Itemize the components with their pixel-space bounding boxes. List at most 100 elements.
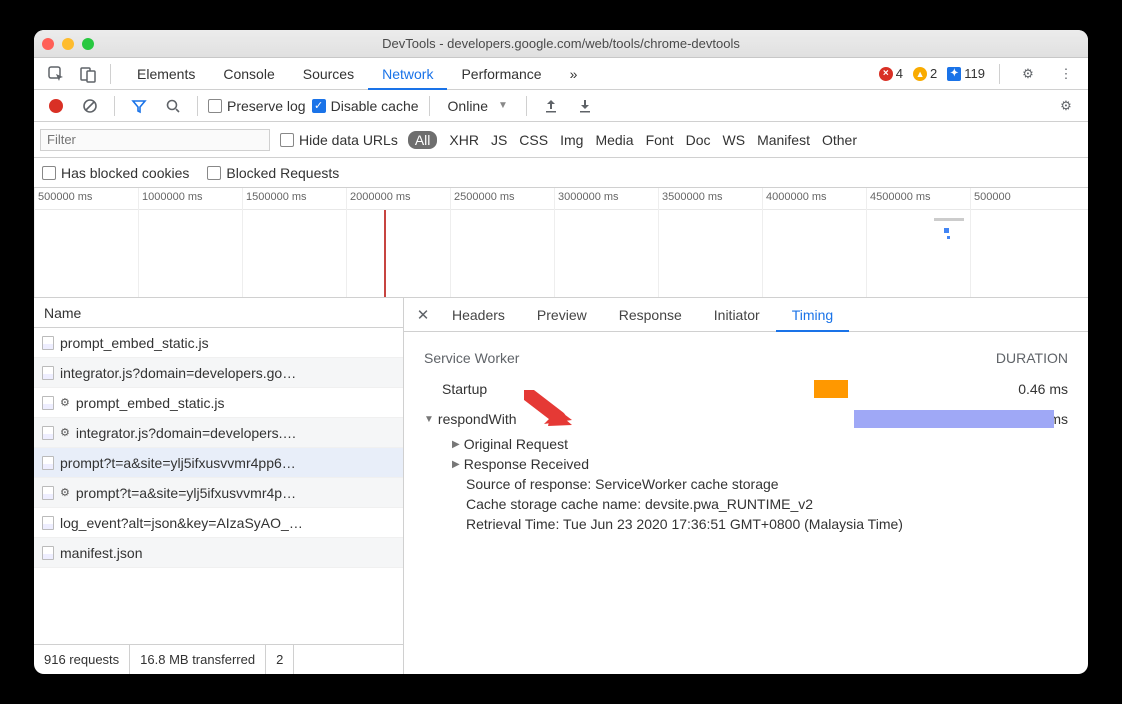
request-name: prompt_embed_static.js xyxy=(76,395,225,411)
tab-console[interactable]: Console xyxy=(209,58,288,90)
file-icon xyxy=(42,336,54,350)
detail-tab-response[interactable]: Response xyxy=(603,298,698,332)
close-icon[interactable] xyxy=(42,38,54,50)
disable-cache-checkbox[interactable]: ✓Disable cache xyxy=(312,98,419,114)
filter-js[interactable]: JS xyxy=(491,132,507,148)
timing-row-respondwith[interactable]: ▼respondWith 3.24 ms xyxy=(424,404,1068,434)
request-name: integrator.js?domain=developers.go… xyxy=(60,365,296,381)
preserve-log-checkbox[interactable]: Preserve log xyxy=(208,98,306,114)
timeline-ruler: 500000 ms 1000000 ms 1500000 ms 2000000 … xyxy=(34,188,1088,210)
kebab-icon[interactable]: ⋮ xyxy=(1052,60,1080,88)
request-row[interactable]: prompt_embed_static.js xyxy=(34,328,403,358)
tab-network[interactable]: Network xyxy=(368,58,447,90)
timeline-events xyxy=(944,228,949,233)
request-row[interactable]: ⚙ prompt?t=a&site=ylj5ifxusvvmr4p… xyxy=(34,478,403,508)
device-toggle-icon[interactable] xyxy=(74,60,102,88)
detail-tab-preview[interactable]: Preview xyxy=(521,298,603,332)
filter-other[interactable]: Other xyxy=(822,132,857,148)
timing-row-startup: Startup 0.46 ms xyxy=(424,374,1068,404)
request-list-pane: Name prompt_embed_static.js integrator.js… xyxy=(34,298,404,674)
status-requests: 916 requests xyxy=(34,645,130,674)
request-list[interactable]: prompt_embed_static.js integrator.js?doma… xyxy=(34,328,403,644)
maximize-icon[interactable] xyxy=(82,38,94,50)
status-bar: 916 requests 16.8 MB transferred 2 xyxy=(34,644,403,674)
close-detail-button[interactable]: ✕ xyxy=(410,306,436,324)
file-icon xyxy=(42,426,54,440)
devtools-window: DevTools - developers.google.com/web/too… xyxy=(34,30,1088,674)
tab-performance[interactable]: Performance xyxy=(447,58,555,90)
timing-info-time: Retrieval Time: Tue Jun 23 2020 17:36:51… xyxy=(424,514,1068,534)
request-row[interactable]: ⚙ prompt_embed_static.js xyxy=(34,388,403,418)
message-count[interactable]: ✦119 xyxy=(947,66,985,81)
detail-pane: ✕ Headers Preview Response Initiator Tim… xyxy=(404,298,1088,674)
download-har-icon[interactable] xyxy=(571,92,599,120)
filter-img[interactable]: Img xyxy=(560,132,583,148)
filter-all[interactable]: All xyxy=(408,131,438,149)
file-icon xyxy=(42,456,54,470)
request-row[interactable]: prompt?t=a&site=ylj5ifxusvvmr4pp6… xyxy=(34,448,403,478)
throttling-select[interactable]: Online ▼ xyxy=(440,95,516,117)
tab-elements[interactable]: Elements xyxy=(123,58,209,90)
timing-bar-startup xyxy=(814,380,848,398)
filter-media[interactable]: Media xyxy=(595,132,633,148)
filter-manifest[interactable]: Manifest xyxy=(757,132,810,148)
gear-icon[interactable]: ⚙ xyxy=(1014,60,1042,88)
clear-icon[interactable] xyxy=(76,92,104,120)
detail-tab-headers[interactable]: Headers xyxy=(436,298,521,332)
request-name: log_event?alt=json&key=AIzaSyAO_… xyxy=(60,515,303,531)
request-row[interactable]: manifest.json xyxy=(34,538,403,568)
file-icon xyxy=(42,366,54,380)
separator xyxy=(429,96,430,116)
file-icon xyxy=(42,486,54,500)
timing-duration-label: DURATION xyxy=(996,350,1068,366)
search-icon[interactable] xyxy=(159,92,187,120)
upload-har-icon[interactable] xyxy=(537,92,565,120)
filter-css[interactable]: CSS xyxy=(519,132,548,148)
inspect-icon[interactable] xyxy=(42,60,70,88)
request-name: prompt?t=a&site=ylj5ifxusvvmr4p… xyxy=(76,485,296,501)
separator xyxy=(110,64,111,84)
network-toolbar: Preserve log ✓Disable cache Online ▼ ⚙ xyxy=(34,90,1088,122)
request-name: integrator.js?domain=developers.… xyxy=(76,425,297,441)
timing-header: Service Worker DURATION xyxy=(424,350,1068,366)
file-icon xyxy=(42,396,54,410)
gear-icon: ⚙ xyxy=(60,486,70,499)
error-count[interactable]: ×4 xyxy=(879,66,903,81)
record-button[interactable] xyxy=(42,92,70,120)
detail-tabs: ✕ Headers Preview Response Initiator Tim… xyxy=(404,298,1088,332)
hide-data-urls-checkbox[interactable]: Hide data URLs xyxy=(280,132,398,148)
filter-row-2: Has blocked cookies Blocked Requests xyxy=(34,158,1088,188)
minimize-icon[interactable] xyxy=(62,38,74,50)
filter-font[interactable]: Font xyxy=(646,132,674,148)
timing-panel: Service Worker DURATION Startup 0.46 ms … xyxy=(404,332,1088,674)
filter-input[interactable] xyxy=(40,129,270,151)
request-row[interactable]: log_event?alt=json&key=AIzaSyAO_… xyxy=(34,508,403,538)
detail-tab-initiator[interactable]: Initiator xyxy=(698,298,776,332)
gear-icon: ⚙ xyxy=(60,396,70,409)
window-controls xyxy=(42,38,94,50)
detail-tab-timing[interactable]: Timing xyxy=(776,298,850,332)
tree-original-request[interactable]: ▶Original Request xyxy=(424,434,1068,454)
timing-info-cache: Cache storage cache name: devsite.pwa_RU… xyxy=(424,494,1068,514)
blocked-requests-checkbox[interactable]: Blocked Requests xyxy=(207,165,339,181)
warning-count[interactable]: ▲2 xyxy=(913,66,937,81)
panel-tabs: Elements Console Sources Network Perform… xyxy=(123,58,591,90)
request-row[interactable]: ⚙integrator.js?domain=developers.… xyxy=(34,418,403,448)
filter-row: Hide data URLs All XHR JS CSS Img Media … xyxy=(34,122,1088,158)
tree-response-received[interactable]: ▶Response Received xyxy=(424,454,1068,474)
split-pane: Name prompt_embed_static.js integrator.js… xyxy=(34,298,1088,674)
has-blocked-cookies-checkbox[interactable]: Has blocked cookies xyxy=(42,165,189,181)
request-row[interactable]: integrator.js?domain=developers.go… xyxy=(34,358,403,388)
filter-doc[interactable]: Doc xyxy=(686,132,711,148)
filter-xhr[interactable]: XHR xyxy=(449,132,479,148)
timeline-overview[interactable]: 500000 ms 1000000 ms 1500000 ms 2000000 … xyxy=(34,188,1088,298)
separator xyxy=(114,96,115,116)
tab-more[interactable]: » xyxy=(556,58,592,90)
request-name: prompt_embed_static.js xyxy=(60,335,209,351)
filter-icon[interactable] xyxy=(125,92,153,120)
filter-ws[interactable]: WS xyxy=(723,132,746,148)
column-header-name[interactable]: Name xyxy=(34,298,403,328)
tab-sources[interactable]: Sources xyxy=(289,58,368,90)
panel-tabstrip: Elements Console Sources Network Perform… xyxy=(34,58,1088,90)
settings-gear-icon[interactable]: ⚙ xyxy=(1052,92,1080,120)
